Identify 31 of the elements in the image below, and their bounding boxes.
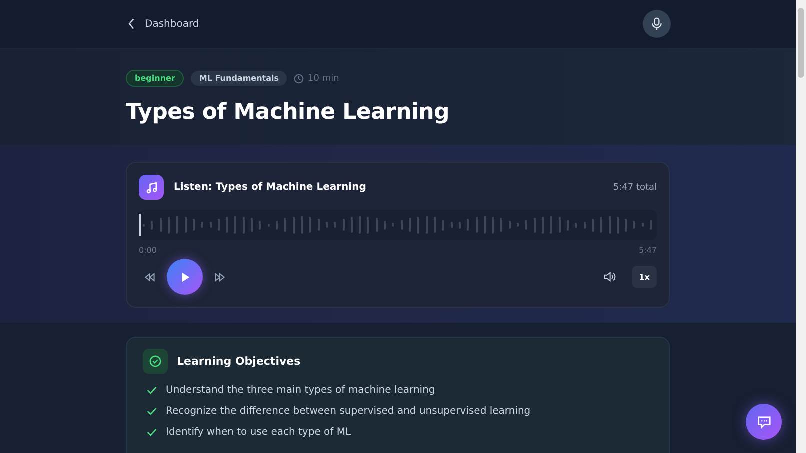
checkmark-icon (147, 428, 157, 437)
fast-forward-icon (214, 272, 226, 282)
tag: ML Fundamentals (191, 71, 287, 86)
current-time: 0:00 (139, 246, 157, 255)
objectives-title: Learning Objectives (177, 355, 301, 368)
play-icon (180, 272, 190, 282)
clock-icon (294, 74, 304, 84)
objective-text: Understand the three main types of machine learning (166, 385, 436, 396)
audio-title: Listen: Types of Machine Learning (174, 182, 368, 193)
total-duration: 5:47 total (613, 182, 657, 192)
end-time: 5:47 (639, 246, 657, 255)
scrollbar[interactable] (796, 0, 806, 453)
lesson-title: Types of Machine Learning (126, 100, 450, 125)
chat-button[interactable] (746, 404, 782, 440)
back-link[interactable]: Dashboard (128, 18, 200, 30)
microphone-icon (650, 17, 664, 31)
chat-bubble-icon (756, 414, 772, 430)
volume-icon (602, 271, 616, 283)
music-note-icon (139, 175, 164, 200)
checkmark-icon (147, 386, 157, 395)
waveform-track[interactable] (139, 210, 657, 240)
rewind-icon (144, 272, 156, 282)
tag: beginner (126, 70, 184, 87)
chevron-left-icon (128, 18, 136, 30)
objective-text: Recognize the difference between supervised and unsupervised learning (166, 406, 531, 417)
objective-text: Identify when to use each type of ML (166, 427, 352, 438)
microphone-button[interactable] (643, 10, 671, 38)
duration-text: 10 min (308, 74, 340, 84)
play-button[interactable] (167, 259, 203, 295)
speed-button[interactable]: 1x (632, 266, 657, 288)
checkmark-icon (147, 407, 157, 416)
